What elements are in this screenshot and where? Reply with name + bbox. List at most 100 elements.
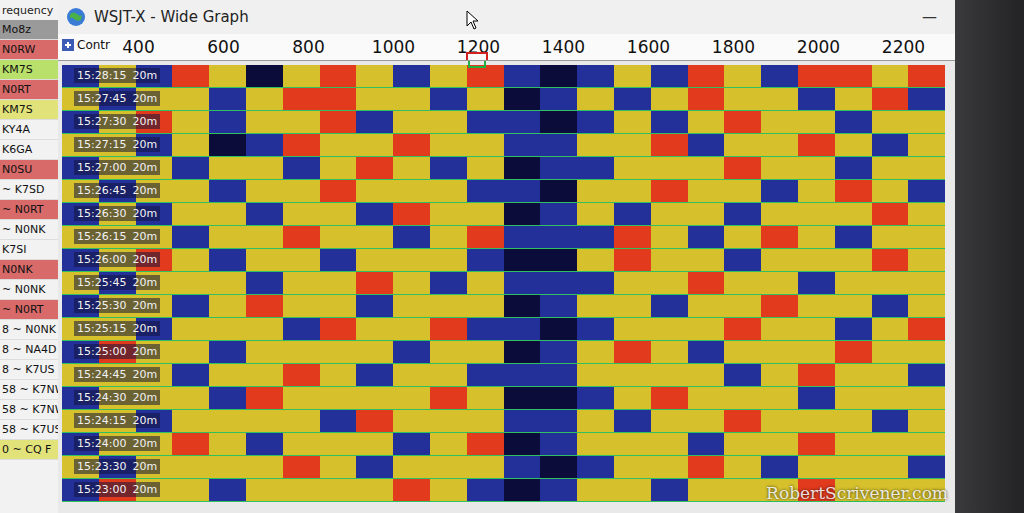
waterfall-cell [320,433,357,455]
activity-row[interactable]: 58 ~ K7US [0,420,58,440]
activity-row[interactable]: N0NK [0,260,58,280]
waterfall-cell [393,111,430,133]
waterfall-row: 15:27:3020m [62,111,945,134]
waterfall-cell [356,272,393,294]
waterfall-cell [835,295,872,317]
waterfall-cell [320,410,357,432]
controls-button[interactable]: Contr [61,38,110,52]
activity-row[interactable]: N0RT [0,80,58,100]
waterfall-cell [724,226,761,248]
waterfall-cell [651,456,688,478]
waterfall-cell [320,226,357,248]
waterfall-cell [320,180,357,202]
waterfall-cell [283,387,320,409]
timestamp-label: 15:23:3020m [74,459,160,474]
activity-row[interactable]: KM7S [0,60,58,80]
activity-row[interactable]: ~ N0NK [0,220,58,240]
activity-row[interactable]: 8 ~ N0NK [0,320,58,340]
waterfall-cell [430,203,467,225]
waterfall-cell [724,341,761,363]
minimize-button[interactable]: — [912,8,947,26]
waterfall-cell [540,203,577,225]
activity-row[interactable]: 58 ~ K7NW [0,380,58,400]
activity-row[interactable]: ~ N0RT [0,200,58,220]
waterfall-cell [467,249,504,271]
waterfall-cell [283,341,320,363]
waterfall-cell [651,479,688,501]
activity-row[interactable]: 0 ~ CQ F [0,440,58,460]
activity-row[interactable]: 8 ~ NA4D [0,340,58,360]
waterfall-cell [872,134,909,156]
waterfall-cell [688,479,725,501]
waterfall-cell [430,433,467,455]
waterfall-cell [761,157,798,179]
mouse-pointer-icon [466,10,480,30]
activity-row[interactable]: KM7S [0,100,58,120]
activity-row[interactable]: N0SU [0,160,58,180]
waterfall-cell [283,456,320,478]
waterfall-cell [246,272,283,294]
activity-row[interactable]: ~ N0RT [0,300,58,320]
waterfall-cell [356,456,393,478]
rx-frequency-marker[interactable] [468,61,486,68]
waterfall-cell [798,433,835,455]
waterfall-cell [172,341,209,363]
waterfall-cell [504,318,541,340]
activity-row[interactable]: ~ N0NK [0,280,58,300]
activity-row[interactable]: 58 ~ K7NW [0,400,58,420]
frequency-tick: 800 [266,37,351,57]
waterfall-cell [430,318,467,340]
waterfall-cell [467,88,504,110]
waterfall-cell [540,88,577,110]
waterfall-cell [467,226,504,248]
waterfall-cell [172,456,209,478]
waterfall-cell [540,456,577,478]
waterfall-row: 15:25:4520m [62,272,945,295]
waterfall-cell [209,203,246,225]
timestamp-label: 15:26:0020m [74,252,160,267]
timestamp-label: 15:25:4520m [74,275,160,290]
activity-row[interactable]: 8 ~ K7US [0,360,58,380]
activity-row[interactable]: K7SI [0,240,58,260]
waterfall-cell [540,295,577,317]
tx-frequency-marker[interactable] [466,52,488,60]
waterfall-cell [577,364,614,386]
waterfall-cell [356,65,393,87]
waterfall-cell [614,456,651,478]
waterfall-cell [430,249,467,271]
waterfall-cell [504,203,541,225]
waterfall-cell [577,295,614,317]
waterfall-cell [393,410,430,432]
waterfall-cell [283,295,320,317]
waterfall-cell [209,249,246,271]
activity-row[interactable]: N0RW [0,40,58,60]
waterfall-cell [172,134,209,156]
waterfall-cell [908,226,945,248]
waterfall-cell [540,410,577,432]
waterfall-cell [393,364,430,386]
waterfall-cell [577,111,614,133]
waterfall-cell [209,111,246,133]
waterfall-cell [908,157,945,179]
waterfall-cell [320,203,357,225]
frequency-tick: 1200 [436,37,521,57]
activity-row[interactable]: Mo8z [0,20,58,40]
waterfall-cell [614,249,651,271]
waterfall-cell [283,272,320,294]
waterfall-cell [688,180,725,202]
waterfall-cell [835,134,872,156]
waterfall-cell [504,341,541,363]
waterfall-cell [320,65,357,87]
waterfall-cell [430,410,467,432]
waterfall-cell [835,111,872,133]
waterfall-cell [467,65,504,87]
timestamp-label: 15:24:1520m [74,413,160,428]
activity-row[interactable]: KY4A [0,120,58,140]
waterfall-cell [651,318,688,340]
waterfall-cell [246,111,283,133]
activity-row[interactable]: ~ K7SD [0,180,58,200]
waterfall-cell [798,88,835,110]
activity-row[interactable]: K6GA [0,140,58,160]
waterfall-cell [172,157,209,179]
waterfall-cell [356,226,393,248]
